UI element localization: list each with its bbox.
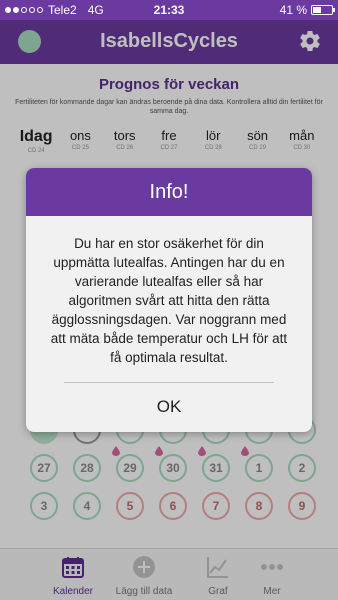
ok-button[interactable]: OK xyxy=(26,390,312,424)
dialog-title: Info! xyxy=(26,168,312,216)
carrier-label: Tele2 xyxy=(48,3,77,17)
battery-icon xyxy=(311,5,335,15)
dialog-message: Du har en stor osäkerhet för din uppmätt… xyxy=(50,236,288,365)
status-bar: Tele2 4G 21:33 41 % xyxy=(0,0,338,20)
dialog-divider xyxy=(64,382,274,383)
signal-icon xyxy=(5,7,43,13)
network-label: 4G xyxy=(87,3,104,17)
info-dialog: Info! Du har en stor osäkerhet för din u… xyxy=(26,168,312,432)
battery-percent: 41 % xyxy=(279,3,307,17)
